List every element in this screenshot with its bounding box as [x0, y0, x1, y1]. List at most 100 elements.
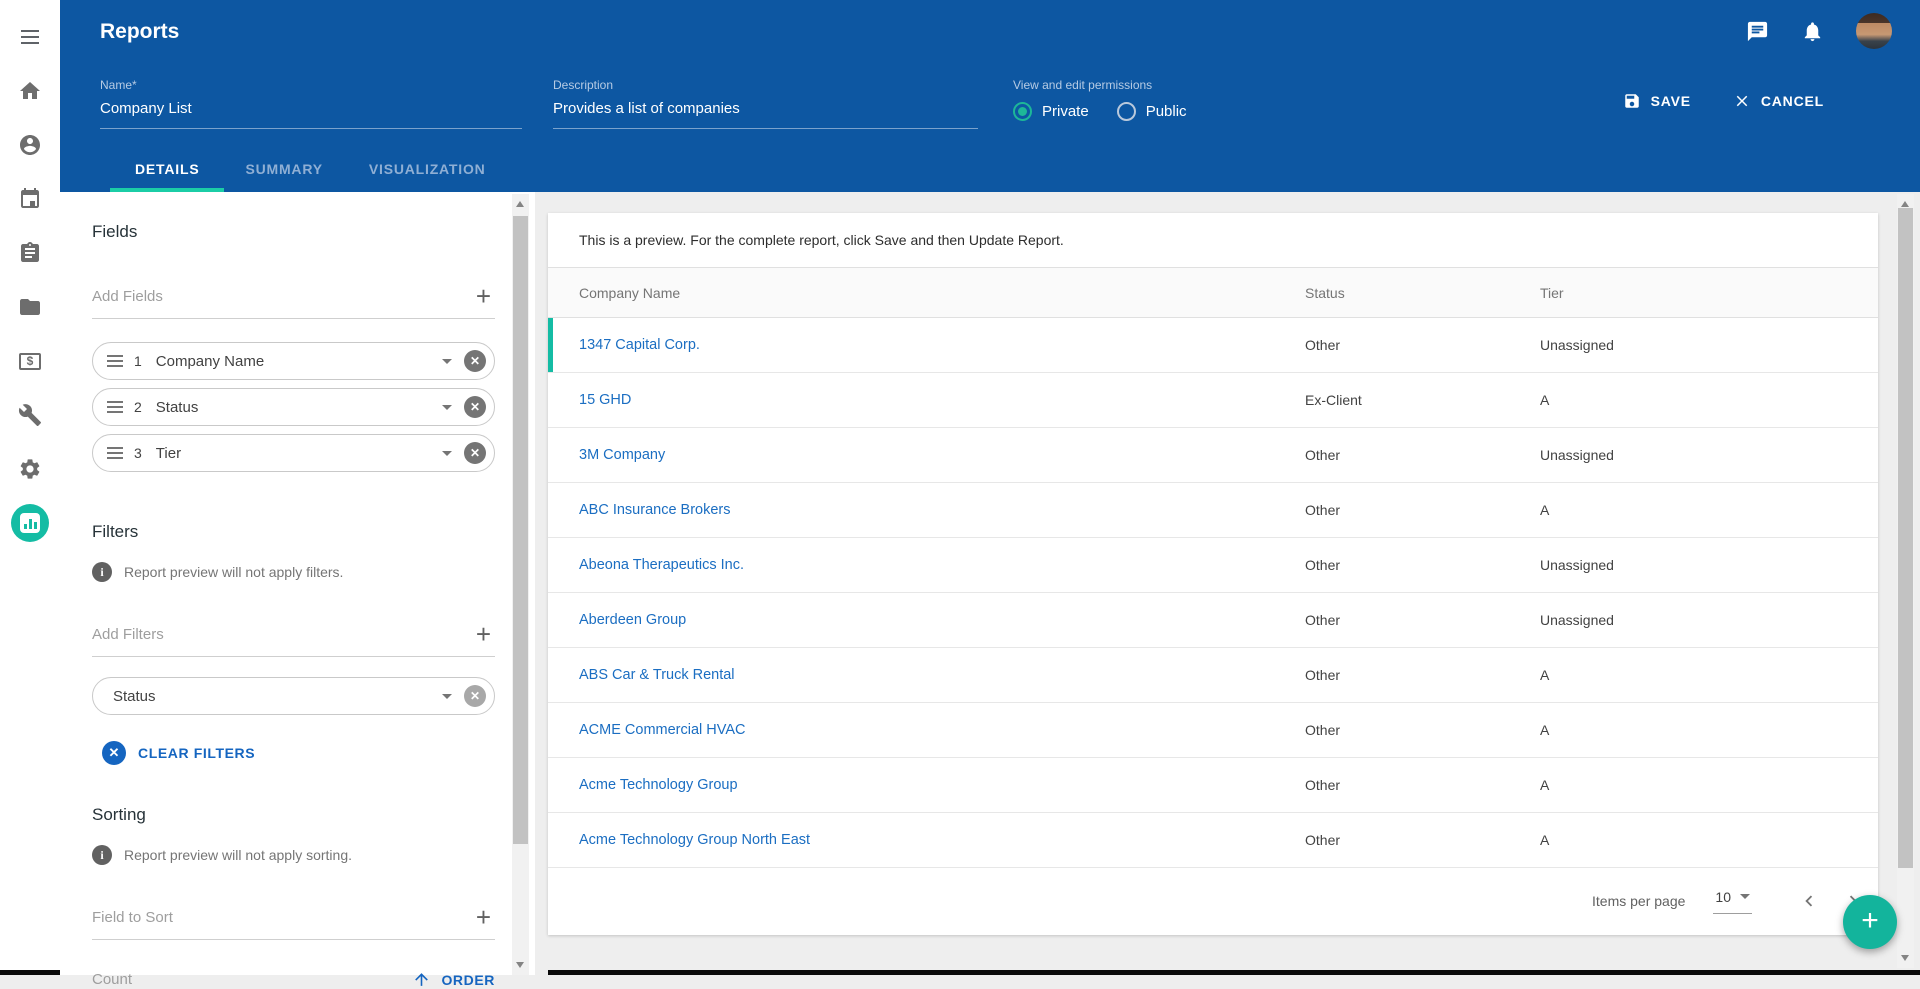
field-select[interactable]: Tier	[156, 445, 442, 462]
notifications-button[interactable]	[1801, 20, 1824, 43]
table-row: Aberdeen Group Other Unassigned	[548, 593, 1878, 648]
permission-radio[interactable]: Public	[1117, 102, 1187, 121]
save-button[interactable]: SAVE	[1623, 92, 1691, 110]
sort-count-row: Count ORDER	[92, 970, 495, 989]
chat-button[interactable]	[1746, 20, 1769, 43]
remove-field-button[interactable]: ✕	[464, 396, 486, 418]
company-link[interactable]: 3M Company	[579, 447, 1305, 463]
chevron-down-icon[interactable]	[442, 405, 452, 410]
page-title: Reports	[100, 20, 179, 44]
chevron-down-icon[interactable]	[442, 694, 452, 699]
nav-settings[interactable]	[11, 450, 49, 488]
add-report-fab[interactable]: +	[1843, 895, 1897, 949]
order-button[interactable]: ORDER	[412, 970, 495, 989]
permission-radio[interactable]: Private	[1013, 102, 1089, 121]
remove-field-button[interactable]: ✕	[464, 442, 486, 464]
table-body: 1347 Capital Corp. Other Unassigned 15 G…	[548, 318, 1878, 868]
remove-field-button[interactable]: ✕	[464, 350, 486, 372]
column-header[interactable]: Company Name	[579, 285, 1305, 301]
company-link[interactable]: Acme Technology Group	[579, 777, 1305, 793]
company-link[interactable]: 15 GHD	[579, 392, 1305, 408]
home-icon	[18, 79, 42, 103]
preview-notice: This is a preview. For the complete repo…	[548, 213, 1878, 268]
cancel-button[interactable]: CANCEL	[1733, 92, 1824, 110]
nav-calendar[interactable]	[11, 180, 49, 218]
count-label: Count	[92, 971, 132, 988]
company-link[interactable]: ABS Car & Truck Rental	[579, 667, 1305, 683]
add-fields-button[interactable]: +	[472, 286, 495, 306]
menu-button[interactable]	[11, 18, 49, 56]
panel-scrollbar[interactable]	[512, 194, 529, 975]
status-cell: Other	[1305, 667, 1540, 683]
chevron-down-icon[interactable]	[442, 359, 452, 364]
clear-filters-button[interactable]: ✕ CLEAR FILTERS	[102, 741, 255, 765]
scrollbar-thumb[interactable]	[513, 216, 528, 844]
company-link[interactable]: ABC Insurance Brokers	[579, 502, 1305, 518]
nav-documents[interactable]	[11, 288, 49, 326]
page-size-select[interactable]: 10	[1713, 889, 1752, 914]
nav-tasks[interactable]	[11, 234, 49, 272]
company-link[interactable]: ACME Commercial HVAC	[579, 722, 1305, 738]
company-link[interactable]: Acme Technology Group North East	[579, 832, 1305, 848]
filter-pill: Status ✕	[92, 677, 495, 715]
chevron-down-icon	[1740, 894, 1750, 899]
field-to-sort-label: Field to Sort	[92, 909, 173, 926]
permissions-label: View and edit permissions	[1013, 78, 1187, 92]
add-sort-field-button[interactable]: +	[472, 907, 495, 927]
table-header-row: Company Name Status Tier	[548, 268, 1878, 318]
filter-select[interactable]: Status	[113, 688, 442, 705]
nav-home[interactable]	[11, 72, 49, 110]
scroll-up-icon[interactable]	[516, 201, 524, 207]
scroll-down-icon[interactable]	[1901, 955, 1909, 961]
description-input[interactable]: Provides a list of companies	[553, 100, 978, 129]
folder-icon	[18, 295, 42, 319]
drag-handle-icon[interactable]	[107, 355, 123, 367]
drag-handle-icon[interactable]	[107, 447, 123, 459]
status-cell: Other	[1305, 612, 1540, 628]
status-cell: Other	[1305, 502, 1540, 518]
radio-icon	[1117, 102, 1136, 121]
chat-icon	[1746, 20, 1769, 43]
table-row: 15 GHD Ex-Client A	[548, 373, 1878, 428]
field-select[interactable]: Status	[156, 399, 442, 416]
remove-filter-button[interactable]: ✕	[464, 685, 486, 707]
nav-contacts[interactable]	[11, 126, 49, 164]
user-avatar[interactable]	[1856, 13, 1892, 49]
tab[interactable]: VISUALIZATION	[369, 161, 486, 192]
nav-reports-active[interactable]	[11, 504, 49, 542]
chevron-down-icon[interactable]	[442, 451, 452, 456]
add-filters-button[interactable]: +	[472, 624, 495, 644]
filters-info-text: Report preview will not apply filters.	[124, 564, 343, 580]
tier-cell: A	[1540, 777, 1878, 793]
company-link[interactable]: 1347 Capital Corp.	[579, 337, 1305, 353]
name-input[interactable]: Company List	[100, 100, 522, 129]
reports-chart-icon	[11, 504, 49, 542]
arrow-up-icon	[412, 970, 431, 989]
drag-handle-icon[interactable]	[107, 401, 123, 413]
tier-cell: A	[1540, 392, 1878, 408]
tasks-icon	[18, 241, 42, 265]
scroll-down-icon[interactable]	[516, 962, 524, 968]
column-header[interactable]: Tier	[1540, 285, 1878, 301]
nav-tools[interactable]	[11, 396, 49, 434]
chevron-left-icon	[1798, 890, 1820, 912]
field-order: 3	[134, 445, 142, 461]
field-select[interactable]: Company Name	[156, 353, 442, 370]
tab[interactable]: SUMMARY	[245, 161, 322, 192]
scroll-up-icon[interactable]	[1901, 201, 1909, 207]
previous-page-button[interactable]	[1798, 890, 1820, 912]
tab[interactable]: DETAILS	[135, 161, 199, 192]
pagination-bar: Items per page 10	[548, 868, 1878, 934]
tier-cell: A	[1540, 502, 1878, 518]
field-order: 1	[134, 353, 142, 369]
page-scrollbar[interactable]	[1897, 194, 1914, 968]
company-link[interactable]: Abeona Therapeutics Inc.	[579, 557, 1305, 573]
field-to-sort-row: Field to Sort +	[92, 907, 495, 940]
column-header[interactable]: Status	[1305, 285, 1540, 301]
sorting-section-title: Sorting	[92, 805, 495, 825]
table-row: 3M Company Other Unassigned	[548, 428, 1878, 483]
company-link[interactable]: Aberdeen Group	[579, 612, 1305, 628]
status-cell: Ex-Client	[1305, 392, 1540, 408]
nav-billing[interactable]: $	[11, 342, 49, 380]
scrollbar-thumb[interactable]	[1898, 208, 1913, 868]
